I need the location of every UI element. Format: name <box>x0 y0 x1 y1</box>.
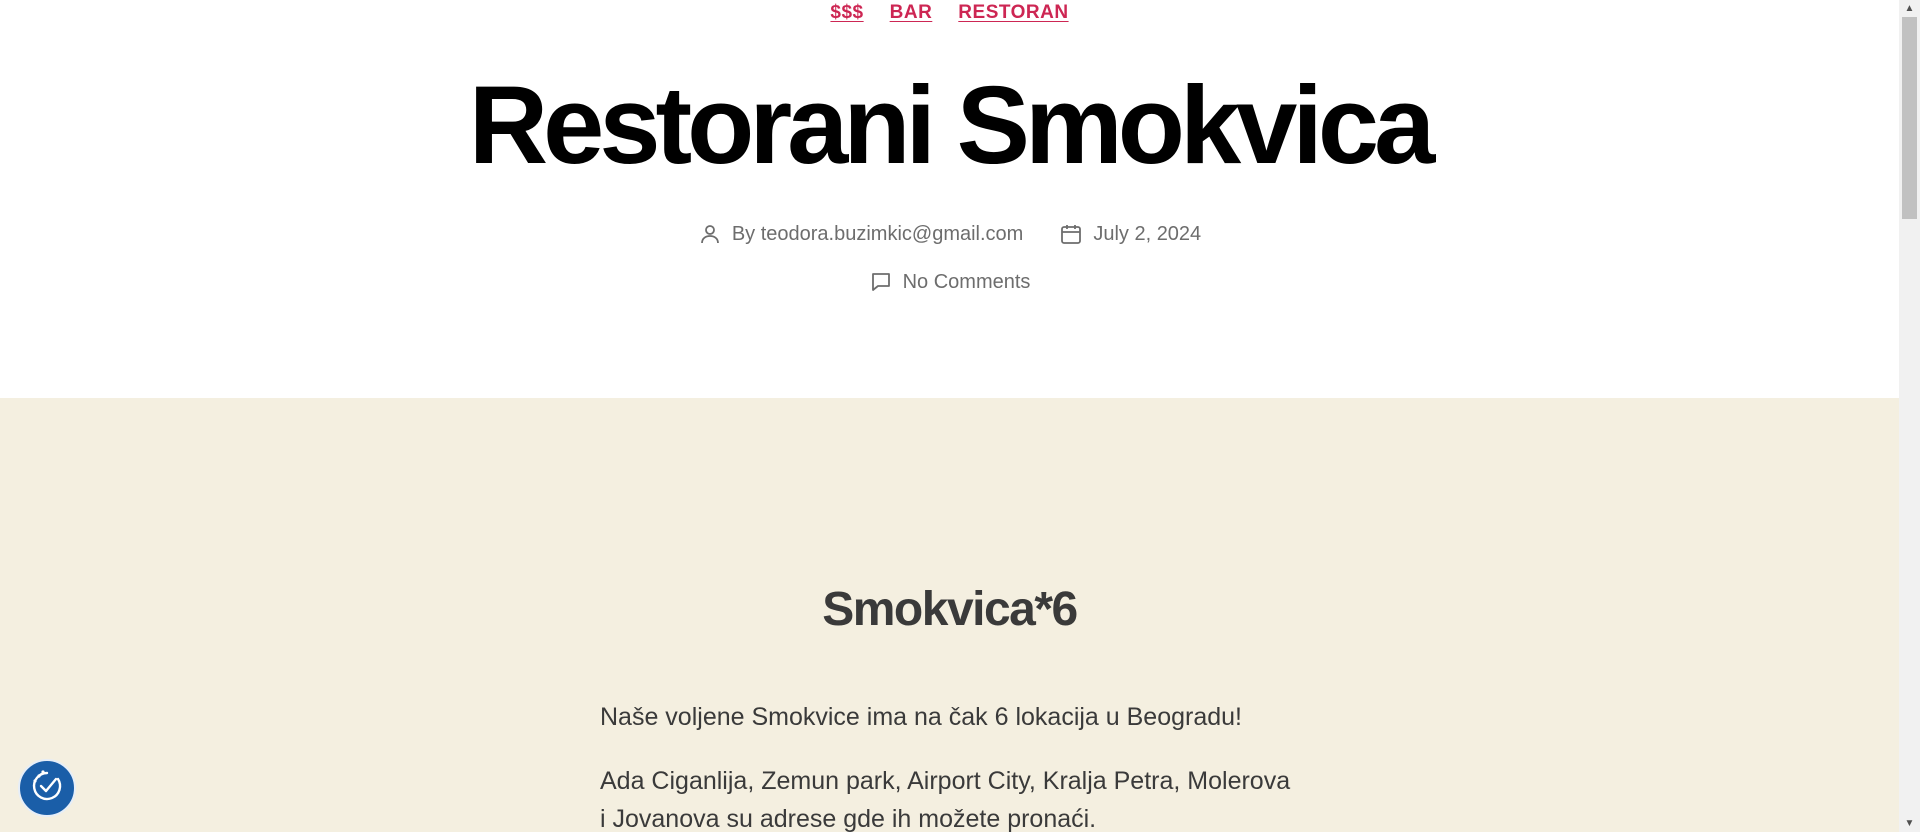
page: $$$ BAR RESTORAN Restorani Smokvica By t… <box>0 0 1899 832</box>
accessibility-icon <box>28 767 66 810</box>
comments-link[interactable]: No Comments <box>903 271 1031 294</box>
post-content: Smokvica*6 Naše voljene Smokvice ima na … <box>0 398 1899 832</box>
post-author: By teodora.buzimkic@gmail.com <box>698 222 1024 246</box>
person-icon <box>698 222 722 246</box>
category-link-price[interactable]: $$$ <box>830 0 863 26</box>
date-link[interactable]: July 2, 2024 <box>1093 223 1201 246</box>
calendar-icon <box>1059 222 1083 246</box>
category-link-restoran[interactable]: RESTORAN <box>958 0 1068 26</box>
post-meta: By teodora.buzimkic@gmail.com July 2, 20… <box>0 222 1899 246</box>
scroll-up-arrow-icon[interactable]: ▲ <box>1899 0 1920 17</box>
post-meta-comments: No Comments <box>0 270 1899 294</box>
accessibility-button[interactable] <box>18 759 76 817</box>
post-comments: No Comments <box>869 270 1031 294</box>
category-list: $$$ BAR RESTORAN <box>0 0 1899 26</box>
post-date: July 2, 2024 <box>1059 222 1201 246</box>
scroll-thumb[interactable] <box>1902 17 1917 219</box>
comment-icon <box>869 270 893 294</box>
scroll-down-arrow-icon[interactable]: ▼ <box>1899 815 1920 832</box>
content-paragraph: Ada Ciganlija, Zemun park, Airport City,… <box>600 767 1291 832</box>
content-paragraph: Naše voljene Smokvice ima na čak 6 lokac… <box>600 703 1243 731</box>
section-heading: Smokvica*6 <box>822 583 1078 636</box>
post-title: Restorani Smokvica <box>468 64 1436 187</box>
author-link[interactable]: By teodora.buzimkic@gmail.com <box>732 223 1024 246</box>
category-link-bar[interactable]: BAR <box>890 0 933 26</box>
post-header: $$$ BAR RESTORAN Restorani Smokvica By t… <box>0 0 1899 398</box>
vertical-scrollbar[interactable]: ▲ ▼ <box>1899 0 1920 832</box>
